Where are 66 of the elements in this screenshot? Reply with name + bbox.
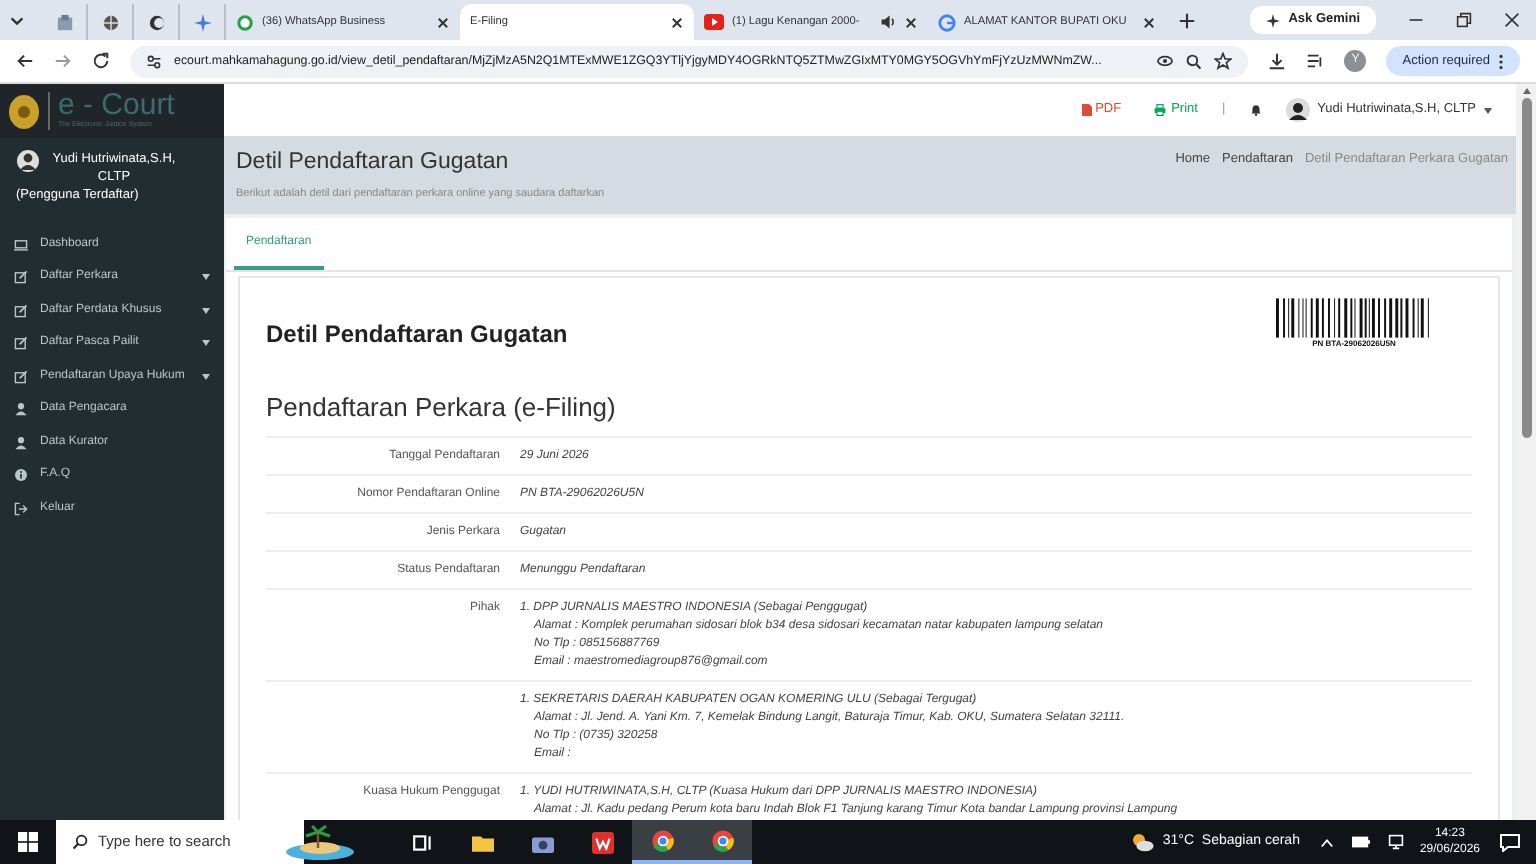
- moon-icon: [147, 13, 165, 31]
- sparkle-icon: [1266, 13, 1281, 27]
- edit-icon: [14, 303, 28, 318]
- person-avatar-icon: [16, 150, 40, 172]
- reload-icon[interactable]: [92, 52, 110, 70]
- notification-icon[interactable]: [1500, 833, 1520, 851]
- task-view-icon: [411, 831, 433, 853]
- taskbar-app-button[interactable]: [632, 820, 692, 864]
- user-icon: [14, 402, 28, 417]
- media-control-icon[interactable]: [1306, 52, 1325, 70]
- download-icon[interactable]: [1268, 52, 1287, 70]
- forward-arrow-icon[interactable]: [54, 52, 72, 70]
- scrollbar-thumb[interactable]: [1521, 98, 1531, 438]
- caret-down-icon: [1484, 107, 1492, 113]
- sun-cloud-icon: [1130, 832, 1155, 852]
- site-settings-icon[interactable]: [146, 53, 162, 69]
- windows-start-icon[interactable]: [18, 832, 38, 852]
- network-icon[interactable]: [1387, 834, 1404, 850]
- close-icon[interactable]: [1142, 15, 1157, 29]
- scroll-up-icon[interactable]: [1521, 88, 1531, 94]
- edit-icon: [14, 270, 28, 285]
- info-icon: [14, 468, 28, 483]
- caret-down-icon: [202, 373, 210, 380]
- folder-icon: [471, 831, 493, 853]
- w-logo-icon: [591, 831, 613, 853]
- bell-icon[interactable]: [1249, 104, 1262, 116]
- taskbar-app-button[interactable]: [692, 820, 752, 864]
- close-icon[interactable]: [436, 15, 450, 29]
- caret-down-icon: [202, 340, 210, 347]
- printer-icon: [1153, 104, 1166, 116]
- star-icon[interactable]: [1214, 52, 1233, 70]
- g-letter-icon: [938, 13, 956, 31]
- user-icon: [14, 435, 28, 450]
- play-icon: [704, 14, 724, 30]
- monitor-icon: [14, 237, 28, 252]
- sparkle-icon: [193, 13, 211, 31]
- caret-down-icon: [202, 274, 210, 281]
- back-arrow-icon[interactable]: [16, 52, 34, 70]
- close-icon[interactable]: [904, 15, 918, 29]
- chevron-up-icon[interactable]: [1319, 837, 1334, 847]
- sign-out-icon: [14, 501, 28, 516]
- zoom-icon[interactable]: [1186, 53, 1203, 69]
- battery-icon[interactable]: [1351, 836, 1370, 848]
- person-avatar-icon: [1285, 98, 1310, 122]
- close-icon[interactable]: [670, 15, 684, 29]
- file-icon: [1081, 104, 1092, 116]
- search-icon: [72, 834, 88, 850]
- island-drawing: [284, 824, 356, 860]
- emblem-icon: [8, 93, 40, 129]
- section-title: Pendaftaran Perkara (e-Filing): [266, 390, 618, 426]
- plus-icon[interactable]: [1178, 11, 1196, 29]
- detail-heading: Detil Pendaftaran Gugatan: [266, 318, 568, 352]
- globe-icon: [101, 13, 119, 31]
- building-icon: [55, 13, 73, 31]
- restore-icon[interactable]: [1456, 12, 1472, 28]
- edit-icon: [14, 369, 28, 384]
- edit-icon: [14, 336, 28, 351]
- speaker-icon: [880, 14, 896, 30]
- logo-text: e - Court: [58, 91, 175, 120]
- chrome-icon: [711, 829, 733, 851]
- page-title: Detil Pendaftaran Gugatan: [236, 148, 511, 178]
- chrome-icon: [651, 829, 673, 851]
- more-vertical-icon: [1498, 53, 1504, 69]
- caret-down-icon: [202, 307, 210, 314]
- chat-bubble-icon: [236, 13, 254, 31]
- close-icon[interactable]: [1504, 12, 1520, 28]
